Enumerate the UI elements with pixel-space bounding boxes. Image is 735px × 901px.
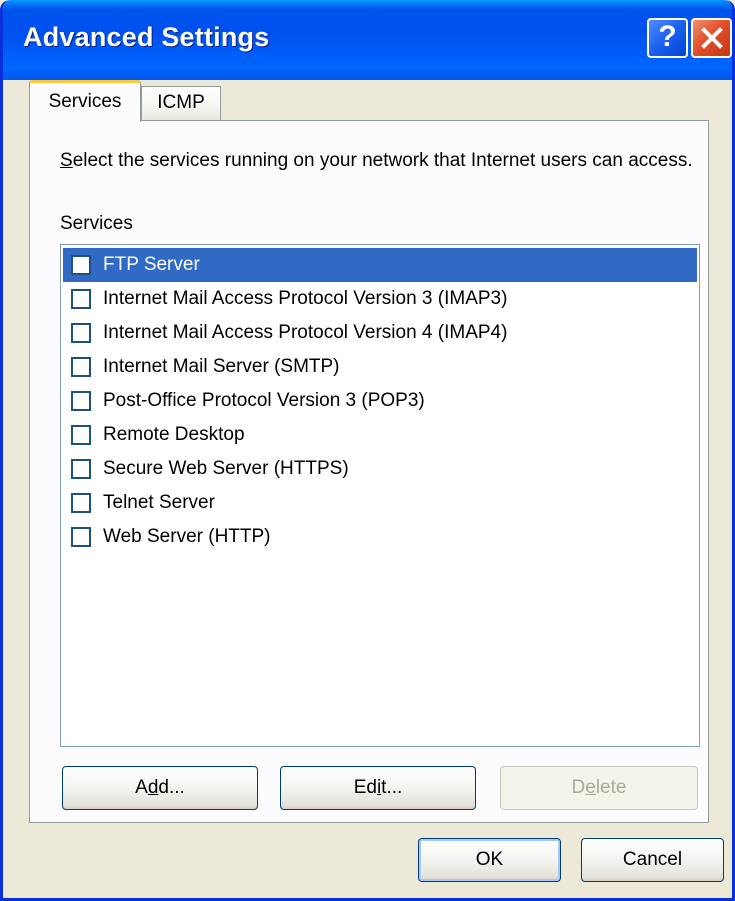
add-button-label-pre: A [135,777,148,798]
service-list-item[interactable]: Web Server (HTTP) [63,520,697,554]
service-label: Telnet Server [103,492,215,513]
edit-button[interactable]: Edit... [280,766,476,810]
service-label: Secure Web Server (HTTPS) [103,458,349,479]
service-checkbox[interactable] [71,425,91,445]
service-label: Post-Office Protocol Version 3 (POP3) [103,390,425,411]
service-list-item[interactable]: Internet Mail Access Protocol Version 3 … [63,282,697,316]
service-checkbox[interactable] [71,255,91,275]
services-list-label: Services [60,213,133,234]
edit-button-label-pre: Ed [353,777,377,798]
service-list-item[interactable]: Internet Mail Access Protocol Version 4 … [63,316,697,350]
service-list-item[interactable]: FTP Server [63,248,697,282]
add-button-mnemonic: d [147,777,159,798]
service-label: Internet Mail Access Protocol Version 4 … [103,322,508,343]
delete-button-label-post: lete [595,777,627,798]
service-label: FTP Server [103,254,200,275]
delete-button-label-pre: D [571,777,586,798]
service-list-item[interactable]: Telnet Server [63,486,697,520]
service-checkbox[interactable] [71,459,91,479]
advanced-settings-dialog: Advanced Settings ? Services ICMP Select… [0,0,735,901]
close-icon [700,27,723,49]
service-checkbox[interactable] [71,391,91,411]
tab-strip: Services ICMP [29,80,709,122]
tab-icmp[interactable]: ICMP [141,86,221,120]
service-list-item[interactable]: Secure Web Server (HTTPS) [63,452,697,486]
add-button-label-post: d... [158,777,185,798]
window-title: Advanced Settings [23,22,270,52]
service-list-item[interactable]: Remote Desktop [63,418,697,452]
question-mark-icon: ? [658,20,677,53]
service-label: Web Server (HTTP) [103,526,271,547]
cancel-button[interactable]: Cancel [581,838,724,882]
description-rest: elect the services running on your netwo… [72,150,693,171]
service-checkbox[interactable] [71,527,91,547]
add-button[interactable]: Add... [62,766,258,810]
help-button[interactable]: ? [647,18,688,58]
service-checkbox[interactable] [71,323,91,343]
services-listbox[interactable]: FTP Server Internet Mail Access Protocol … [60,244,700,747]
service-checkbox[interactable] [71,357,91,377]
close-button[interactable] [691,18,732,58]
edit-button-label-post: t... [381,777,403,798]
service-checkbox[interactable] [71,493,91,513]
services-panel: Select the services running on your netw… [29,120,709,823]
delete-button[interactable]: Delete [500,766,698,810]
description-text: Select the services running on your netw… [60,149,700,173]
service-list-item[interactable]: Post-Office Protocol Version 3 (POP3) [63,384,697,418]
service-list-item[interactable]: Internet Mail Server (SMTP) [63,350,697,384]
service-label: Internet Mail Access Protocol Version 3 … [103,288,508,309]
description-mnemonic: S [60,150,73,171]
ok-button[interactable]: OK [418,838,561,882]
tab-services[interactable]: Services [29,80,141,122]
delete-button-mnemonic: e [585,777,596,798]
service-checkbox[interactable] [71,289,91,309]
title-bar[interactable]: Advanced Settings ? [3,0,732,80]
service-label: Remote Desktop [103,424,245,445]
service-label: Internet Mail Server (SMTP) [103,356,340,377]
